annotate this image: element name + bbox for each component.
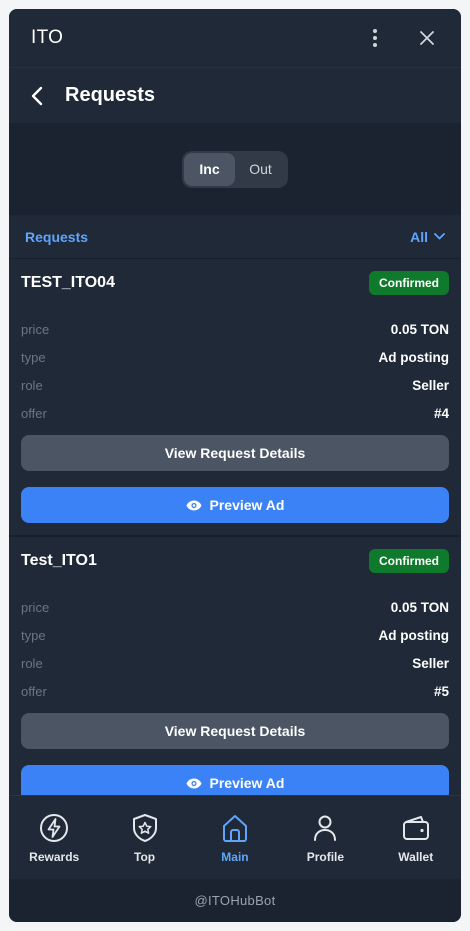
field-value: 0.05 TON <box>390 599 449 615</box>
shield-star-icon <box>129 812 161 844</box>
field-key: offer <box>21 683 47 699</box>
bottom-navigation: Rewards Top Main Profile Wallet <box>9 795 461 879</box>
field-row: offer #5 <box>21 677 449 705</box>
field-row: type Ad posting <box>21 343 449 371</box>
field-row: role Seller <box>21 649 449 677</box>
app-window: ITO Requests Inc Out Requests All TEST_I… <box>9 9 461 922</box>
field-value: 0.05 TON <box>390 321 449 337</box>
more-options-icon[interactable] <box>363 26 387 50</box>
filter-dropdown[interactable]: All <box>410 229 445 245</box>
chevron-down-icon <box>434 233 445 240</box>
request-title: Test_ITO1 <box>21 552 97 569</box>
nav-profile[interactable]: Profile <box>285 812 365 864</box>
eye-icon <box>186 778 202 788</box>
nav-label: Profile <box>306 849 345 864</box>
toggle-out[interactable]: Out <box>235 153 286 186</box>
view-request-details-button[interactable]: View Request Details <box>21 435 449 471</box>
field-value: #4 <box>433 405 449 421</box>
filter-label: All <box>410 228 428 245</box>
view-request-details-button[interactable]: View Request Details <box>21 713 449 749</box>
preview-ad-label: Preview Ad <box>209 497 285 513</box>
page-header: Requests <box>9 67 461 123</box>
app-title: ITO <box>31 27 64 48</box>
preview-ad-label: Preview Ad <box>209 775 285 791</box>
field-key: type <box>21 627 46 643</box>
field-row: price 0.05 TON <box>21 315 449 343</box>
requests-section-label: Requests <box>25 228 89 245</box>
title-bar: ITO <box>9 9 461 67</box>
field-key: price <box>21 321 50 337</box>
field-value: Seller <box>412 655 449 671</box>
preview-ad-button[interactable]: Preview Ad <box>21 765 449 795</box>
field-value: Seller <box>412 377 449 393</box>
field-value: Ad posting <box>378 627 450 643</box>
field-key: offer <box>21 405 47 421</box>
requests-list[interactable]: Requests All TEST_ITO04 Confirmed price 0… <box>9 215 461 795</box>
back-arrow-icon[interactable] <box>21 80 53 112</box>
lightning-icon <box>38 812 70 844</box>
nav-main[interactable]: Main <box>195 812 275 864</box>
nav-label: Wallet <box>398 849 434 864</box>
field-key: role <box>21 377 43 393</box>
nav-wallet[interactable]: Wallet <box>376 812 456 864</box>
status-badge: Confirmed <box>369 549 449 573</box>
field-key: role <box>21 655 43 671</box>
nav-rewards[interactable]: Rewards <box>14 812 94 864</box>
status-badge: Confirmed <box>369 271 449 295</box>
footer-bot-handle: @ITOHubBot <box>9 879 461 922</box>
field-value: #5 <box>433 683 449 699</box>
nav-top[interactable]: Top <box>105 812 185 864</box>
field-row: role Seller <box>21 371 449 399</box>
eye-icon <box>186 500 202 510</box>
nav-label: Top <box>134 849 156 864</box>
field-row: price 0.05 TON <box>21 593 449 621</box>
field-key: type <box>21 349 46 365</box>
field-row: type Ad posting <box>21 621 449 649</box>
field-value: Ad posting <box>378 349 450 365</box>
person-icon <box>309 812 341 844</box>
wallet-icon <box>400 812 432 844</box>
direction-toggle: Inc Out <box>182 150 288 188</box>
field-key: price <box>21 599 50 615</box>
close-icon[interactable] <box>415 26 439 50</box>
field-row: offer #4 <box>21 399 449 427</box>
nav-label: Main <box>221 849 249 864</box>
request-card: TEST_ITO04 Confirmed price 0.05 TON type A… <box>9 259 461 537</box>
preview-ad-button[interactable]: Preview Ad <box>21 487 449 523</box>
home-icon <box>219 812 251 844</box>
request-title: TEST_ITO04 <box>21 274 115 291</box>
nav-label: Rewards <box>29 849 80 864</box>
request-card: Test_ITO1 Confirmed price 0.05 TON type Ad… <box>9 537 461 795</box>
page-title: Requests <box>65 84 156 106</box>
direction-toggle-area: Inc Out <box>9 123 461 215</box>
toggle-inc[interactable]: Inc <box>184 152 235 186</box>
requests-list-header: Requests All <box>9 215 461 259</box>
